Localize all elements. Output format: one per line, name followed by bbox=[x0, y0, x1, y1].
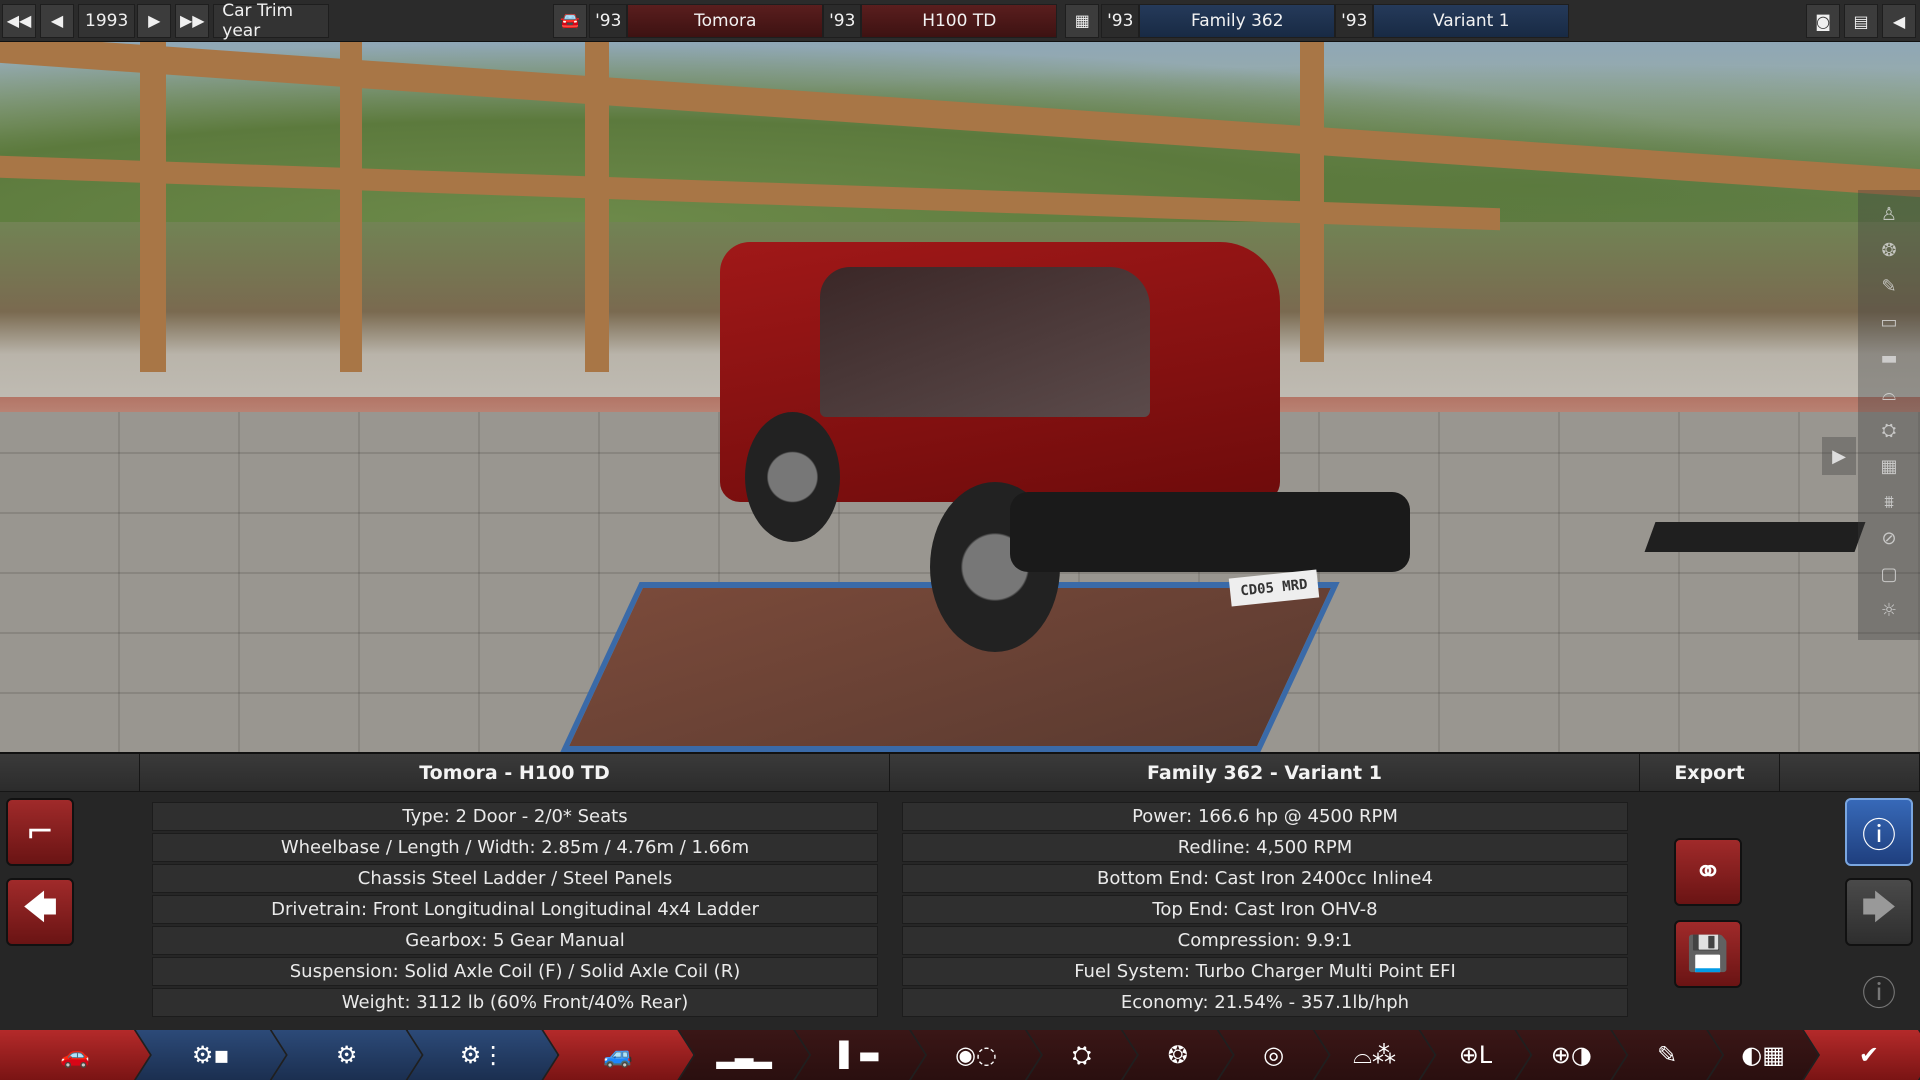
variant-name-button[interactable]: Variant 1 bbox=[1373, 3, 1570, 38]
year-value: 1993 bbox=[78, 3, 136, 38]
paint-icon[interactable]: ✎ bbox=[1875, 271, 1903, 301]
workshop-table bbox=[1644, 522, 1866, 552]
help-icon[interactable]: ⓘ bbox=[1845, 956, 1913, 1024]
engine-title: Family 362 - Variant 1 bbox=[890, 754, 1640, 792]
list-item: Chassis Steel Ladder / Steel Panels bbox=[152, 864, 878, 893]
tab-body-icon[interactable]: ▂▃▂ bbox=[679, 1030, 809, 1080]
back-arrow-icon[interactable]: ◀ bbox=[1882, 4, 1916, 38]
rewind-icon[interactable]: ◀ bbox=[40, 3, 74, 38]
car-title: Tomora - H100 TD bbox=[140, 754, 890, 792]
trim-year: '93 bbox=[823, 3, 862, 38]
camera-icon[interactable]: ◙ bbox=[1806, 4, 1840, 38]
model-year: '93 bbox=[589, 3, 628, 38]
bottom-tab-bar: 🚗 ⚙▪ ⚙ ⚙⋮ 🚙 ▂▃▂ ▌▬ ◉◌ ⛭ ❂ ◎ ⌓⁂ ⊕L ⊕◑ ✎ ◐… bbox=[0, 1030, 1920, 1080]
crop-icon[interactable]: ⌐ bbox=[6, 798, 74, 866]
variant-year: '93 bbox=[1335, 3, 1374, 38]
square-icon[interactable]: ▢ bbox=[1875, 559, 1903, 589]
list-item: Fuel System: Turbo Charger Multi Point E… bbox=[902, 957, 1628, 986]
tab-gearbox-icon[interactable]: ⛭ bbox=[1027, 1030, 1137, 1080]
car-model-icon[interactable]: 🚘 bbox=[553, 3, 588, 38]
scene-expand-arrow-icon[interactable]: ▶ bbox=[1822, 437, 1856, 475]
tab-engine-family-icon[interactable]: ⚙▪ bbox=[136, 1030, 286, 1080]
list-item: Drivetrain: Front Longitudinal Longitudi… bbox=[152, 895, 878, 924]
rewind-fast-icon[interactable]: ◀◀ bbox=[2, 3, 36, 38]
back-button-icon[interactable]: 🡄 bbox=[6, 878, 74, 946]
scene-beam bbox=[1300, 42, 1324, 362]
tab-testing-icon[interactable]: ◐▦ bbox=[1708, 1030, 1818, 1080]
tab-chassis-icon[interactable]: ▌▬ bbox=[795, 1030, 925, 1080]
transmission-icon[interactable]: ⛭ bbox=[1875, 415, 1903, 445]
tab-brakes-icon[interactable]: ◎ bbox=[1219, 1030, 1329, 1080]
family-name-button[interactable]: Family 362 bbox=[1139, 3, 1336, 38]
tab-car-icon[interactable]: 🚗 bbox=[0, 1030, 150, 1080]
tab-aero-icon[interactable]: ⌓⁂ bbox=[1315, 1030, 1435, 1080]
tab-engine-block-icon[interactable]: ⚙ bbox=[272, 1030, 422, 1080]
tab-safety-icon[interactable]: ⊕◑ bbox=[1516, 1030, 1626, 1080]
front-bumper bbox=[1010, 492, 1410, 572]
forward-icon[interactable]: ▶ bbox=[137, 3, 172, 38]
car-specs-list: Type: 2 Door - 2/0* Seats Wheelbase / Le… bbox=[152, 802, 878, 1019]
car-side-icon[interactable]: ⌓ bbox=[1875, 379, 1903, 409]
next-arrow-icon[interactable]: 🡆 bbox=[1845, 878, 1913, 946]
chassis-icon[interactable]: ▭ bbox=[1875, 307, 1903, 337]
list-item: Economy: 21.54% - 357.1lb/hph bbox=[902, 988, 1628, 1017]
trim-name-button[interactable]: H100 TD bbox=[861, 3, 1058, 38]
scene-beam bbox=[340, 42, 362, 372]
list-item: Wheelbase / Length / Width: 2.85m / 4.76… bbox=[152, 833, 878, 862]
warning-icon[interactable]: ⓘ bbox=[1845, 798, 1913, 866]
lift-icon[interactable]: ⩩ bbox=[1875, 487, 1903, 517]
export-title: Export bbox=[1640, 754, 1780, 792]
tab-engine-top-icon[interactable]: ⚙⋮ bbox=[408, 1030, 558, 1080]
share-icon[interactable]: ⚭ bbox=[1674, 838, 1742, 906]
scene-beam bbox=[140, 42, 166, 372]
tab-wheels-icon[interactable]: ❂ bbox=[1123, 1030, 1233, 1080]
rear-wheel bbox=[745, 412, 840, 542]
wheel-icon[interactable]: ❂ bbox=[1875, 235, 1903, 265]
list-item: Suspension: Solid Axle Coil (F) / Solid … bbox=[152, 957, 878, 986]
list-item: Gearbox: 5 Gear Manual bbox=[152, 926, 878, 955]
engine-specs-list: Power: 166.6 hp @ 4500 RPM Redline: 4,50… bbox=[902, 802, 1628, 1019]
tab-drivetrain-icon[interactable]: ◉◌ bbox=[911, 1030, 1041, 1080]
list-item: Weight: 3112 lb (60% Front/40% Rear) bbox=[152, 988, 878, 1017]
list-item: Bottom End: Cast Iron 2400cc Inline4 bbox=[902, 864, 1628, 893]
tab-trim-icon[interactable]: 🚙 bbox=[543, 1030, 693, 1080]
panel-header-blank-right bbox=[1780, 754, 1920, 792]
grid-icon[interactable]: ▦ bbox=[1875, 451, 1903, 481]
list-item: Type: 2 Door - 2/0* Seats bbox=[152, 802, 878, 831]
model-name-button[interactable]: Tomora bbox=[627, 3, 824, 38]
no-entry-icon[interactable]: ⊘ bbox=[1875, 523, 1903, 553]
top-bar: ◀◀ ◀ 1993 ▶ ▶▶ Car Trim year 🚘 '93 Tomor… bbox=[0, 0, 1920, 42]
list-item: Redline: 4,500 RPM bbox=[902, 833, 1628, 862]
list-item: Compression: 9.9:1 bbox=[902, 926, 1628, 955]
tab-interior-icon[interactable]: ⊕L bbox=[1420, 1030, 1530, 1080]
list-item: Top End: Cast Iron OHV-8 bbox=[902, 895, 1628, 924]
calculator-icon[interactable]: ▤ bbox=[1844, 4, 1878, 38]
mode-label: Car Trim year bbox=[213, 1, 330, 41]
panel-icon[interactable]: ▬ bbox=[1875, 343, 1903, 373]
person-icon[interactable]: ♙ bbox=[1875, 199, 1903, 229]
forward-fast-icon[interactable]: ▶▶ bbox=[175, 3, 210, 38]
3d-viewport[interactable]: CD05 MRD ▶ bbox=[0, 42, 1920, 752]
tab-paint-icon[interactable]: ✎ bbox=[1612, 1030, 1722, 1080]
right-tool-strip: ♙ ❂ ✎ ▭ ▬ ⌓ ⛭ ▦ ⩩ ⊘ ▢ ☼ bbox=[1858, 190, 1920, 640]
info-panel: Tomora - H100 TD Family 362 - Variant 1 … bbox=[0, 752, 1920, 1030]
scene-beam bbox=[585, 42, 609, 372]
engine-icon[interactable]: ▦ bbox=[1065, 3, 1100, 38]
tab-finish-check-icon[interactable]: ✔ bbox=[1804, 1030, 1920, 1080]
panel-header-blank bbox=[0, 754, 140, 792]
lightbulb-icon[interactable]: ☼ bbox=[1875, 595, 1903, 625]
pickup-truck-cab bbox=[820, 267, 1150, 417]
list-item: Power: 166.6 hp @ 4500 RPM bbox=[902, 802, 1628, 831]
save-icon[interactable]: 💾 bbox=[1674, 920, 1742, 988]
family-year: '93 bbox=[1101, 3, 1140, 38]
